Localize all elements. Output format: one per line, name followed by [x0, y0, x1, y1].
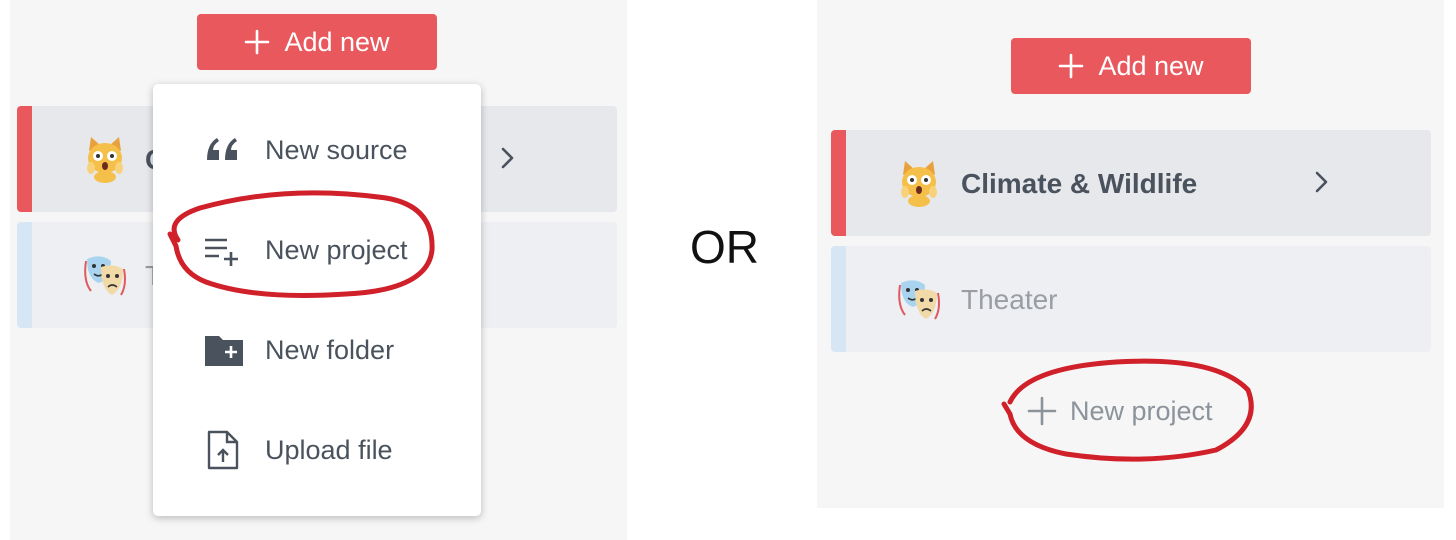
- active-indicator-bar: [831, 130, 846, 236]
- list-add-icon: [205, 238, 238, 266]
- scared-cat-icon: [901, 161, 937, 207]
- add-new-label: Add new: [1098, 50, 1204, 81]
- plus-icon: [245, 29, 270, 55]
- upload-file-icon: [207, 430, 239, 470]
- menu-item-new-folder[interactable]: New folder: [153, 300, 481, 400]
- project-row-inactive[interactable]: Theater: [831, 246, 1431, 352]
- menu-item-label: New source: [265, 134, 408, 165]
- add-new-button[interactable]: Add new: [197, 14, 437, 70]
- menu-item-label: Upload file: [265, 434, 393, 465]
- project-row-label: Climate & Wildlife: [961, 168, 1198, 199]
- theater-masks-icon: [84, 256, 126, 296]
- new-project-link[interactable]: New project: [1026, 386, 1213, 436]
- folder-add-icon: [205, 336, 243, 366]
- inactive-indicator-bar: [17, 222, 32, 328]
- add-new-dropdown-menu: New source New project New folder Upload…: [153, 84, 481, 516]
- project-row-active[interactable]: Climate & Wildlife: [831, 130, 1431, 236]
- project-row-label: Theater: [961, 284, 1058, 315]
- chevron-right-icon: [1315, 171, 1328, 193]
- menu-item-new-project[interactable]: New project: [153, 200, 481, 300]
- add-new-label: Add new: [284, 26, 390, 57]
- or-separator: OR: [690, 221, 759, 273]
- quote-icon: [207, 138, 237, 160]
- plus-icon: [1027, 396, 1057, 426]
- scared-cat-icon: [87, 137, 123, 183]
- new-project-label: New project: [1070, 395, 1213, 426]
- theater-masks-icon: [898, 280, 940, 320]
- menu-item-upload-file[interactable]: Upload file: [153, 400, 481, 500]
- menu-item-label: New project: [265, 234, 408, 265]
- menu-item-new-source[interactable]: New source: [153, 100, 481, 200]
- plus-icon: [1059, 53, 1084, 79]
- inactive-indicator-bar: [831, 246, 846, 352]
- chevron-right-icon: [501, 147, 514, 169]
- add-new-button[interactable]: Add new: [1011, 38, 1251, 94]
- active-indicator-bar: [17, 106, 32, 212]
- menu-item-label: New folder: [265, 334, 395, 365]
